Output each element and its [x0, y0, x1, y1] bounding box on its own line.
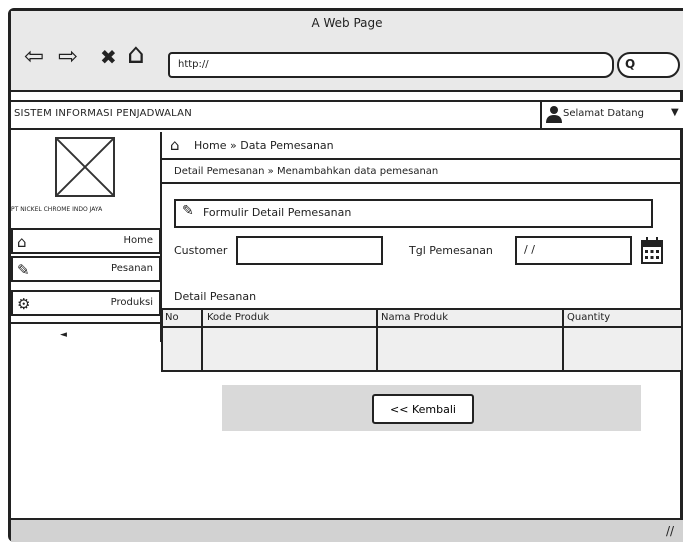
- sidebar-item-label: Home: [123, 235, 153, 246]
- home-breadcrumb-icon[interactable]: ⌂: [170, 136, 180, 154]
- calendar-icon[interactable]: [641, 236, 663, 264]
- column-header-no: No: [165, 312, 179, 323]
- column-divider: [201, 308, 203, 372]
- home-icon: ⌂: [17, 233, 27, 251]
- logo-placeholder-image: [55, 137, 115, 197]
- tgl-pemesanan-label: Tgl Pemesanan: [409, 244, 493, 257]
- search-button[interactable]: Q: [617, 52, 680, 78]
- user-menu-label[interactable]: Selamat Datang: [563, 108, 644, 119]
- sidebar-item-label: Produksi: [110, 297, 153, 308]
- sidebar-item-pesanan[interactable]: ✎ Pesanan: [11, 256, 161, 282]
- back-button[interactable]: << Kembali: [372, 394, 474, 424]
- detail-pesanan-label: Detail Pesanan: [174, 290, 257, 303]
- chevron-down-icon[interactable]: ▼: [671, 107, 679, 118]
- sub-breadcrumb-text: Detail Pemesanan » Menambahkan data peme…: [174, 166, 439, 177]
- gears-icon: ⚙: [17, 295, 31, 313]
- search-icon: Q: [625, 57, 636, 71]
- column-divider: [376, 308, 378, 372]
- customer-input[interactable]: [236, 236, 383, 265]
- breadcrumb-home-link[interactable]: Home: [194, 139, 226, 152]
- sidebar-divider: [11, 322, 161, 324]
- column-header-kode-produk: Kode Produk: [207, 312, 270, 323]
- stop-icon[interactable]: ✖: [100, 45, 117, 69]
- sidebar-item-home[interactable]: ⌂ Home: [11, 228, 161, 254]
- breadcrumb-text: Home » Data Pemesanan: [194, 139, 334, 152]
- user-icon: [546, 106, 562, 123]
- column-divider: [562, 308, 564, 372]
- form-title: Formulir Detail Pemesanan: [203, 206, 352, 219]
- edit-icon: ✎: [182, 203, 194, 219]
- tgl-pemesanan-input[interactable]: / /: [515, 236, 632, 265]
- breadcrumb-separator: »: [229, 139, 237, 152]
- column-header-quantity: Quantity: [567, 312, 611, 323]
- column-header-nama-produk: Nama Produk: [381, 312, 448, 323]
- breadcrumb-current: Data Pemesanan: [240, 139, 334, 152]
- resize-grip-icon[interactable]: //: [666, 524, 674, 538]
- collapse-sidebar-icon[interactable]: ◄: [60, 330, 67, 340]
- forward-arrow-icon[interactable]: ⇨: [58, 44, 78, 68]
- back-arrow-icon[interactable]: ⇦: [24, 44, 44, 68]
- status-bar: [11, 518, 683, 542]
- window-title: A Web Page: [311, 16, 383, 30]
- sidebar-item-produksi[interactable]: ⚙ Produksi: [11, 290, 161, 316]
- address-bar[interactable]: http://: [168, 52, 614, 78]
- home-nav-icon[interactable]: ⌂: [127, 40, 145, 68]
- customer-label: Customer: [174, 244, 228, 257]
- edit-icon: ✎: [17, 261, 30, 279]
- company-name: PT NICKEL CHROME INDO JAYA: [11, 206, 103, 213]
- app-title: SISTEM INFORMASI PENJADWALAN: [14, 108, 192, 119]
- sidebar-item-label: Pesanan: [111, 263, 153, 274]
